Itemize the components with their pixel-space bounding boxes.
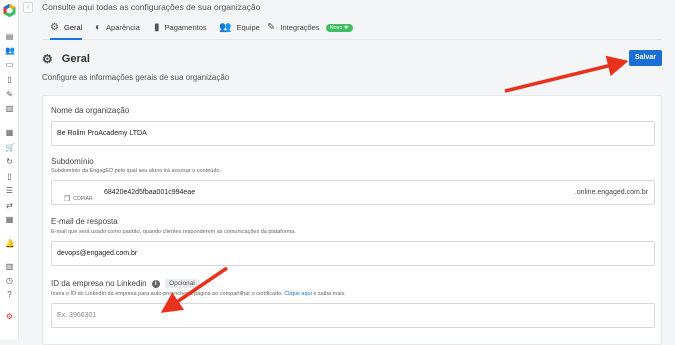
subdomain-field[interactable]: ❐ COPIAR 68420e42d5fbaa001c994eae .onlin… <box>51 180 655 205</box>
linkedin-help-text: Insira o ID do LinkedIn da empresa para … <box>51 291 283 297</box>
help-icon[interactable]: ? <box>5 290 14 299</box>
org-name-field[interactable]: Be Rolim ProAcademy LTDA <box>51 121 655 146</box>
contacts-icon[interactable]: ☰ <box>5 186 14 195</box>
copy-label: COPIAR <box>73 196 93 202</box>
section-title-text: Geral <box>61 53 90 65</box>
users-icon[interactable]: 👥 <box>5 46 15 55</box>
optional-badge: Opcional <box>165 279 199 289</box>
tools-icon[interactable]: ✎ <box>5 90 14 99</box>
chart-icon[interactable]: ▥ <box>5 104 14 113</box>
linkedin-help-suffix: e saiba mais. <box>313 291 346 297</box>
learn-more-link[interactable]: Clique aqui <box>284 291 312 297</box>
sidebar: ▤ 👥 ▭ ▯ ✎ ▥ ▦ 🛒 ↻ ▯ ☰ ⇄ ▦ 🔔 ▥ ◷? ⚙ <box>0 0 19 339</box>
tab-equipe[interactable]: 👥 Equipe <box>219 23 260 40</box>
subdomain-label: Subdomínio <box>51 157 94 166</box>
tab-integracoes[interactable]: ✎ Integrações Novo ✚ <box>267 23 353 40</box>
section-description: Configure as informações gerais de sua o… <box>42 73 230 82</box>
general-settings-card: Nome da organização Be Rolim ProAcademy … <box>42 95 662 345</box>
save-button[interactable]: Salvar <box>629 50 662 66</box>
reply-email-help: E-mail que será usado como padrão, quand… <box>51 229 296 235</box>
settings-icon[interactable]: ⚙ <box>5 312 14 321</box>
team-icon: 👥 <box>219 22 232 33</box>
tab-aparencia[interactable]: ◐ Aparência <box>95 23 140 40</box>
tab-label: Equipe <box>236 23 260 32</box>
settings-tabs: ⚙ Geral ◐ Aparência ▮ Pagamentos 👥 Equip… <box>42 20 662 40</box>
tab-label: Pagamentos <box>164 23 207 32</box>
linkedin-label-text: ID da empresa no Linkedin <box>51 279 147 288</box>
new-badge: Novo ✚ <box>325 24 353 32</box>
refresh-icon[interactable]: ↻ <box>5 157 14 166</box>
tab-pagamentos[interactable]: ▮ Pagamentos <box>154 23 207 40</box>
copy-icon: ❐ <box>64 196 71 203</box>
gear-icon: ⚙ <box>50 22 59 33</box>
reply-email-label: E-mail de resposta <box>51 217 118 226</box>
linkedin-help: Insira o ID do LinkedIn da empresa para … <box>51 291 346 297</box>
cart-icon[interactable]: 🛒 <box>5 143 15 152</box>
transfer-icon[interactable]: ⇄ <box>5 201 14 210</box>
document-icon: ▮ <box>154 22 160 33</box>
linkedin-id-input[interactable]: Ex: 3966301 <box>51 303 655 328</box>
bell-icon[interactable]: 🔔 <box>5 239 15 248</box>
linkedin-label: ID da empresa no Linkedin i Opcional <box>51 279 199 289</box>
tab-geral[interactable]: ⚙ Geral <box>50 22 83 40</box>
tab-label: Integrações <box>280 23 320 32</box>
book-icon[interactable]: ▤ <box>5 32 14 41</box>
calendar-icon[interactable]: ▦ <box>5 128 14 137</box>
copy-button[interactable]: ❐ COPIAR <box>64 188 92 211</box>
subdomain-value: 68420e42d5fbaa001c994eae <box>104 189 196 196</box>
gear-icon: ⚙ <box>42 52 53 66</box>
info-icon[interactable]: i <box>151 279 160 288</box>
monitor-icon[interactable]: ▭ <box>5 60 14 69</box>
engaged-logo-icon[interactable] <box>2 3 17 18</box>
file-icon[interactable]: ▯ <box>5 75 14 84</box>
tab-label: Aparência <box>106 23 140 32</box>
subdomain-suffix: .online.engaged.com.br <box>574 189 648 196</box>
page-header-title: Consulte aqui todas as configurações de … <box>42 2 261 12</box>
grid-icon[interactable]: ▦ <box>5 215 14 224</box>
reply-email-field[interactable]: devops@engaged.com.br <box>51 241 655 266</box>
section-title: ⚙ Geral <box>42 52 90 66</box>
plug-icon: ✎ <box>267 22 276 33</box>
document-icon[interactable]: ▯ <box>5 172 14 181</box>
org-name-label: Nome da organização <box>51 106 130 115</box>
library-icon[interactable]: ▥ <box>5 262 14 271</box>
arrow-line-save <box>504 55 629 93</box>
palette-icon: ◐ <box>95 22 102 33</box>
collapse-sidebar-button[interactable]: ‹ <box>23 2 33 13</box>
tab-label: Geral <box>63 23 83 32</box>
history-icon[interactable]: ◷ <box>5 276 14 285</box>
subdomain-help: Subdomínio da EngagED pelo qual seu alun… <box>51 168 222 174</box>
